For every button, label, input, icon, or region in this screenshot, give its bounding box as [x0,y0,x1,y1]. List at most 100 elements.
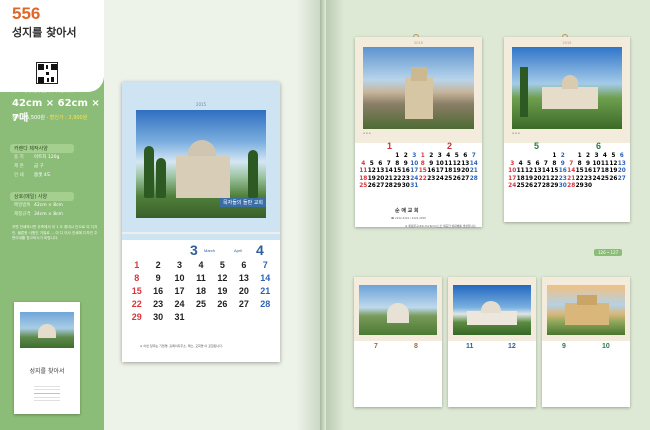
thumbnail-photo [20,312,74,348]
month-number: 4 [256,242,264,258]
month-number: 11 [466,343,474,350]
day-cell: 7 [262,260,268,270]
church-building [176,156,230,198]
day-cell: 12 [609,160,618,167]
day-cell [525,153,533,159]
day-cell: 4 [198,260,204,270]
day-cell [376,153,385,159]
day-cell: 16 [153,286,164,296]
day-cell: 22 [393,175,402,182]
day-cell: 3 [177,260,183,270]
month-number: 2 [447,141,453,151]
calendar-may-jun[interactable]: 2015 ☰ ☰ ☰ 5 6 1 2 1 2 3 4 5 6 3 4 5 6 7 8 9 7 8 9 10 11 12 1… [504,34,630,222]
day-cell [461,183,470,189]
month-number: 10 [602,343,610,350]
day-cell: 5 [454,153,459,159]
day-cell: 9 [403,160,408,167]
day-cell: 20 [617,168,626,174]
page-gutter [320,0,326,430]
qr-code-icon[interactable] [36,62,58,84]
day-cell [212,312,233,322]
calendar-nov-dec[interactable]: 11 12 [448,277,536,407]
calendar-year: 2015 [414,41,423,45]
day-cell: 6 [619,153,624,159]
calendar-thumbnail[interactable]: 성지를 찾아서 [14,302,80,414]
day-cell: 4 [602,153,607,159]
day-cell: 21 [469,168,478,174]
calendar-jan-feb[interactable]: 2015 ☰ ☰ ☰ 1 2 1 2 3 1 2 3 4 5 6 7 4 5 6 7 8 9 10 8 9 10 11 1… [355,34,482,227]
day-cell: 28 [567,183,576,189]
month-number: 7 [374,343,378,350]
calendar-year: 2015 [195,102,207,107]
brand-name: 순 애 교 회 [395,208,419,214]
main-calendar[interactable]: 2015 목자들의 들판 교회 3 March 4 April 12345678… [122,82,280,362]
day-cell: 5 [219,260,225,270]
day-cell: 29 [575,183,584,189]
day-cell: 28 [384,183,393,189]
day-cell: 29 [131,312,142,322]
day-cell: 14 [260,273,271,283]
day-cell: 14 [567,168,576,174]
day-cell: 5 [611,153,616,159]
day-cell: 1 [577,153,582,159]
day-cell: 27 [461,175,470,182]
calendar-photo [363,47,474,129]
day-cell: 3 [594,153,599,159]
day-cell: 16 [584,168,593,174]
day-cell [190,312,211,322]
day-cell: 17 [592,168,601,174]
day-cell [233,312,254,322]
month-number: 9 [562,343,566,350]
day-cell: 25 [359,183,368,189]
day-cell: 26 [525,183,534,189]
day-cell: 27 [376,183,385,189]
day-cell: 7 [569,160,574,167]
day-cell: 20 [533,175,542,182]
day-cell: 18 [359,175,368,182]
day-cell: 3 [412,153,417,159]
day-cell: 29 [550,183,559,189]
day-cell: 20 [461,168,470,174]
product-sidebar: 556 성지를 찾아서 이 QR코드를 휴대폰에 인증하여 더욱 편리하세요. … [0,0,104,430]
day-cell: 9 [429,160,434,167]
day-cell: 13 [376,168,385,174]
day-cell: 20 [238,286,249,296]
day-cell: 16 [558,168,567,174]
thumbnail-title: 성지를 찾아서 [29,368,65,375]
day-cell: 23 [558,175,567,182]
day-cell: 13 [617,160,626,167]
month-name: April [234,248,243,253]
day-cell [368,153,377,159]
day-cell: 15 [575,168,584,174]
day-cell: 11 [359,168,368,174]
day-cell: 13 [238,273,249,283]
day-cell: 6 [535,160,540,167]
day-cell [359,153,368,159]
day-cell: 3 [437,153,442,159]
day-cell: 24 [508,183,517,189]
day-cell: 15 [131,286,142,296]
month-number: 12 [508,343,516,350]
day-cell: 26 [452,175,461,182]
day-cell: 18 [195,286,206,296]
day-cell: 6 [241,260,247,270]
spec-row: 인 쇄 옵셋 4도 [14,173,51,178]
calendar-jul-aug[interactable]: 7 8 [354,277,442,407]
day-cell: 22 [575,175,584,182]
day-cell: 15 [550,168,559,174]
day-cell: 7 [543,160,548,167]
day-cell: 19 [525,175,534,182]
day-cell: 12 [217,273,228,283]
thumbnail-calendar [34,384,60,404]
day-cell: 22 [550,175,559,182]
day-cell: 15 [418,168,427,174]
day-cell: 5 [527,160,532,167]
day-cell: 23 [584,175,593,182]
product-description: 지면 인쇄하시면 우측에서 이 1 도 환대시 안으로 이 디자인. 물론한 사… [12,225,98,240]
day-cell: 2 [560,153,565,159]
day-cell: 26 [609,175,618,182]
day-cell: 7 [471,153,476,159]
day-cell: 17 [174,286,185,296]
calendar-sep-oct[interactable]: 9 10 [542,277,630,407]
day-cell: 26 [367,183,376,189]
